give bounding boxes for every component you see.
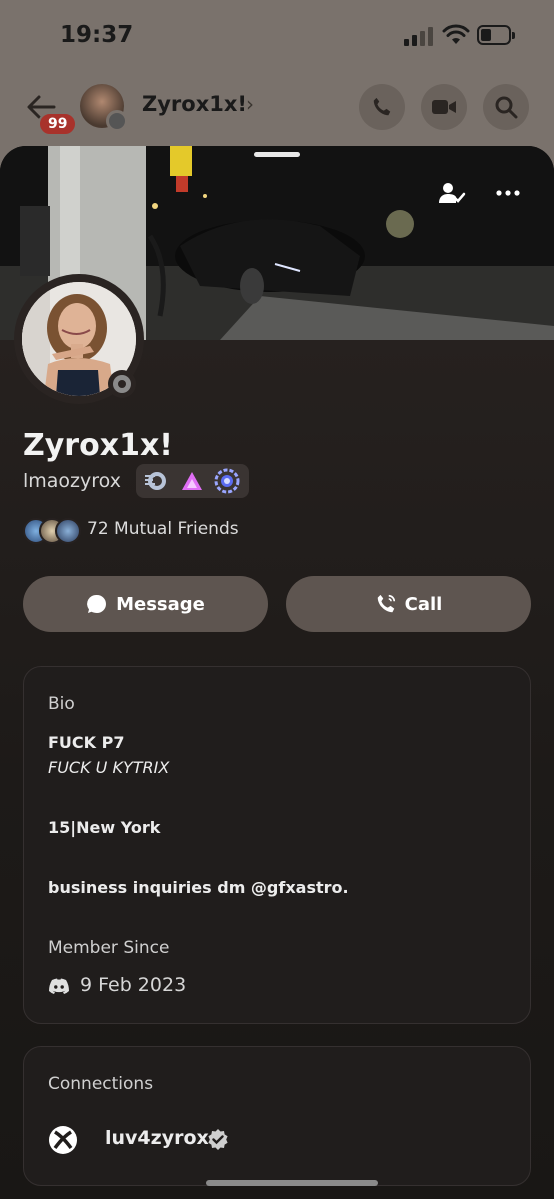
profile-sheet: Zyrox1x! lmaozyrox 72 Mutual Friends Mes… [0, 146, 554, 1199]
voice-call-button[interactable] [359, 84, 405, 130]
signal-icon [404, 26, 434, 46]
battery-icon [477, 25, 515, 45]
member-since-date: 9 Feb 2023 [80, 974, 187, 996]
bio-card: Bio FUCK P7 FUCK U KYTRIX 15|New York bu… [23, 666, 531, 1024]
friend-added-icon [439, 183, 466, 203]
home-indicator [206, 1180, 378, 1186]
header-avatar[interactable] [80, 84, 128, 132]
message-button-label: Message [116, 593, 205, 615]
status-indicator [106, 110, 128, 132]
call-button[interactable]: Call [286, 576, 531, 632]
bio-text-line: 15|New York [48, 818, 161, 837]
offline-status-indicator [108, 370, 136, 398]
header-username[interactable]: Zyrox1x! [142, 92, 247, 116]
message-button[interactable]: Message [23, 576, 268, 632]
connection-account-name: luv4zyrox [105, 1127, 209, 1149]
more-dots-icon [496, 190, 520, 196]
friend-status-button[interactable] [432, 178, 472, 208]
video-call-button[interactable] [421, 84, 467, 130]
phone-icon [377, 594, 395, 613]
discord-logo-icon [49, 978, 69, 994]
status-time: 19:37 [60, 22, 134, 48]
dm-header: 99 Zyrox1x! › [0, 76, 554, 138]
member-since-heading: Member Since [48, 938, 170, 958]
bio-heading: Bio [48, 694, 75, 714]
bio-text-line: FUCK U KYTRIX [48, 758, 170, 777]
connections-heading: Connections [48, 1074, 154, 1094]
mutual-friends-label: 72 Mutual Friends [87, 519, 239, 539]
xbox-icon [49, 1126, 77, 1154]
search-icon [495, 96, 518, 119]
bio-text-line: FUCK P7 [48, 733, 125, 752]
more-options-button[interactable] [488, 178, 528, 208]
connections-card: Connections luv4zyrox [23, 1046, 531, 1186]
call-button-label: Call [404, 593, 443, 615]
status-bar: 19:37 [0, 0, 554, 70]
connection-item[interactable]: luv4zyrox [48, 1123, 508, 1157]
phone-icon [373, 97, 391, 116]
verified-check-icon [208, 1129, 228, 1150]
video-camera-icon [432, 100, 456, 114]
profile-display-name: Zyrox1x! [23, 428, 173, 463]
quest-badge-icon[interactable] [214, 468, 240, 494]
unread-badge: 99 [38, 112, 78, 136]
bio-text-line[interactable]: business inquiries dm @gfxastro. [48, 878, 349, 897]
mutual-friend-avatar [55, 518, 81, 544]
sheet-grabber[interactable] [254, 152, 300, 157]
profile-badges [136, 464, 249, 498]
hypesquad-icon[interactable] [144, 470, 171, 492]
chevron-right-icon[interactable]: › [246, 92, 254, 116]
nitro-triangle-icon[interactable] [180, 470, 204, 492]
search-button[interactable] [483, 84, 529, 130]
chat-bubble-icon [87, 594, 107, 613]
wifi-icon [442, 24, 470, 44]
profile-username[interactable]: lmaozyrox [23, 470, 121, 492]
